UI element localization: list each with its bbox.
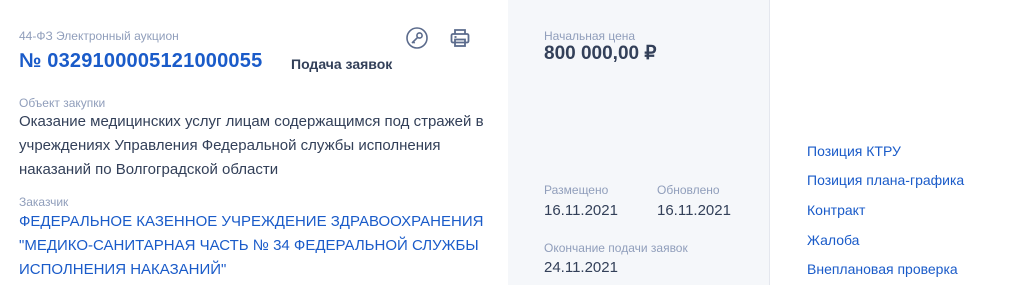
link-contract[interactable]: Контракт	[807, 201, 865, 219]
price-dates-panel: Начальная цена 800 000,00 ₽ Размещено 16…	[508, 0, 769, 285]
posted-label: Размещено	[544, 183, 609, 197]
object-description: Оказание медицинских услуг лицам содержа…	[19, 113, 484, 178]
registry-number-link[interactable]: № 0329100005121000055	[19, 48, 262, 74]
updated-label: Обновлено	[657, 183, 720, 197]
status-badge: Подача заявок	[291, 56, 393, 72]
price-value: 800 000,00 ₽	[544, 43, 657, 64]
link-unscheduled-inspection[interactable]: Внеплановая проверка	[807, 260, 958, 278]
price-label: Начальная цена	[544, 29, 636, 43]
customer-link[interactable]: ФЕДЕРАЛЬНОЕ КАЗЕННОЕ УЧРЕЖДЕНИЕ ЗДРАВООХ…	[19, 210, 489, 282]
customer-label: Заказчик	[19, 195, 69, 209]
object-label: Объект закупки	[19, 96, 106, 110]
link-plan-schedule-position[interactable]: Позиция плана-графика	[807, 171, 964, 189]
updated-date: 16.11.2021	[657, 202, 731, 219]
key-icon[interactable]	[405, 26, 429, 50]
deadline-label: Окончание подачи заявок	[544, 241, 688, 255]
procurement-card: 44-ФЗ Электронный аукцион № 032910000512…	[0, 0, 508, 285]
link-complaint[interactable]: Жалоба	[807, 231, 859, 249]
deadline-date: 24.11.2021	[544, 259, 618, 276]
law-type-label: 44-ФЗ Электронный аукцион	[19, 29, 179, 43]
related-links-panel: Позиция КТРУ Позиция плана-графика Контр…	[769, 0, 1024, 285]
posted-date: 16.11.2021	[544, 202, 618, 219]
link-ktru-position[interactable]: Позиция КТРУ	[807, 142, 901, 160]
print-icon[interactable]	[448, 26, 472, 50]
